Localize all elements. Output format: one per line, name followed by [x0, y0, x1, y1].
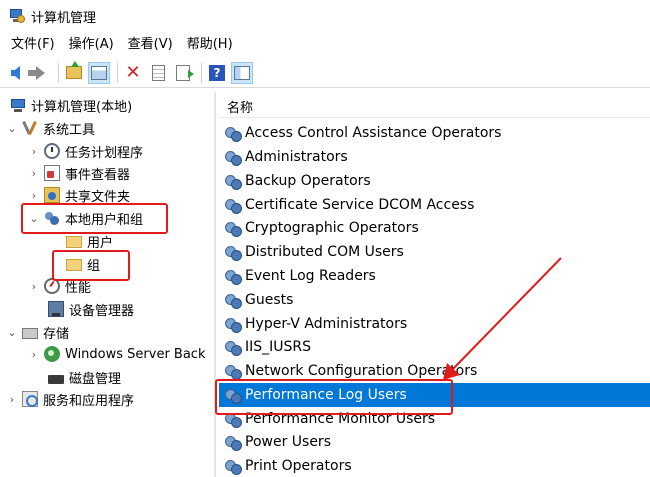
annotation-arrow [443, 257, 562, 380]
